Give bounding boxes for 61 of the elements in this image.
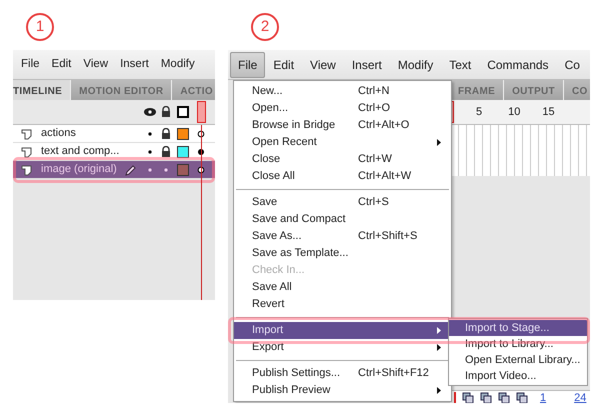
menu-item[interactable]: Close All Ctrl+Alt+W (234, 168, 451, 185)
outline-icon (177, 106, 189, 118)
menu-item[interactable]: Export (234, 339, 451, 356)
menu-item[interactable]: Revert (234, 296, 451, 313)
menu-item[interactable]: Import to Stage... (449, 320, 587, 336)
visibility-dot-icon (148, 150, 152, 154)
menu-item[interactable]: View (302, 52, 344, 78)
layer-row[interactable]: image (original) (13, 161, 215, 179)
menu-item[interactable]: Save As... Ctrl+Shift+S (234, 228, 451, 245)
playhead-line (454, 392, 456, 403)
menu-item[interactable]: Text (441, 52, 480, 78)
panel-tab[interactable]: TIMELINE (13, 80, 72, 100)
layer-icon (21, 128, 33, 140)
step-number: 1 (26, 13, 54, 41)
menu-item[interactable]: Insert (344, 52, 390, 78)
menu-item[interactable]: Save as Template... (234, 245, 451, 262)
layer-name: text and comp... (41, 144, 120, 160)
step-number: 2 (251, 13, 279, 41)
menu-item[interactable]: Browse in Bridge Ctrl+Alt+O (234, 117, 451, 134)
menu-item[interactable]: New... Ctrl+N (234, 83, 451, 100)
menu-item[interactable]: Open Recent (234, 134, 451, 151)
layer-name: actions (41, 126, 76, 142)
menu-item[interactable]: Publish Settings... Ctrl+Shift+F12 (234, 365, 451, 382)
menu-item[interactable]: Open... Ctrl+O (234, 100, 451, 117)
layer-icon (21, 164, 33, 176)
menu-item[interactable]: Import (234, 322, 451, 339)
onion-skin-icon (462, 392, 474, 403)
menu-item[interactable]: Edit (46, 52, 78, 78)
menu-item[interactable]: File (15, 52, 46, 78)
layer-name: image (original) (41, 162, 117, 178)
menu-item[interactable]: Import Video... (449, 368, 587, 384)
lock-icon (160, 106, 172, 118)
menu-item[interactable]: Publish Preview (234, 382, 451, 399)
visibility-dot-icon (148, 168, 152, 172)
menu-item[interactable]: Edit (265, 52, 302, 78)
menu-item[interactable]: Insert (114, 52, 155, 78)
visibility-dot-icon (148, 132, 152, 136)
menu-item[interactable]: File (230, 52, 266, 78)
menu-item[interactable]: Modify (390, 52, 442, 78)
menu-item[interactable]: Co (556, 52, 588, 78)
menu-item[interactable]: Commands (479, 52, 557, 78)
menu-item[interactable]: Close Ctrl+W (234, 151, 451, 168)
frame-number: 15 (542, 104, 555, 120)
frame-counter: 1 (540, 390, 546, 403)
layer-row[interactable]: actions (13, 125, 215, 143)
frame-number: 5 (476, 104, 482, 120)
eye-icon (144, 107, 156, 117)
frame-counter: 24 (574, 390, 586, 403)
pencil-icon (124, 164, 137, 176)
menu-item[interactable]: Save and Compact (234, 211, 451, 228)
menu-item[interactable]: Modify (154, 52, 201, 78)
layer-color-swatch[interactable] (177, 146, 189, 158)
layer-color-swatch[interactable] (177, 128, 189, 140)
layer-icon (21, 146, 33, 158)
layer-color-swatch[interactable] (177, 164, 189, 176)
menu-item[interactable]: Save All (234, 279, 451, 296)
menu-item[interactable]: Open External Library... (449, 352, 587, 368)
menu-item[interactable]: View (77, 52, 114, 78)
playhead-handle[interactable] (197, 101, 206, 123)
menu-item[interactable]: Save Ctrl+S (234, 194, 451, 211)
frame-number: 10 (508, 104, 520, 120)
